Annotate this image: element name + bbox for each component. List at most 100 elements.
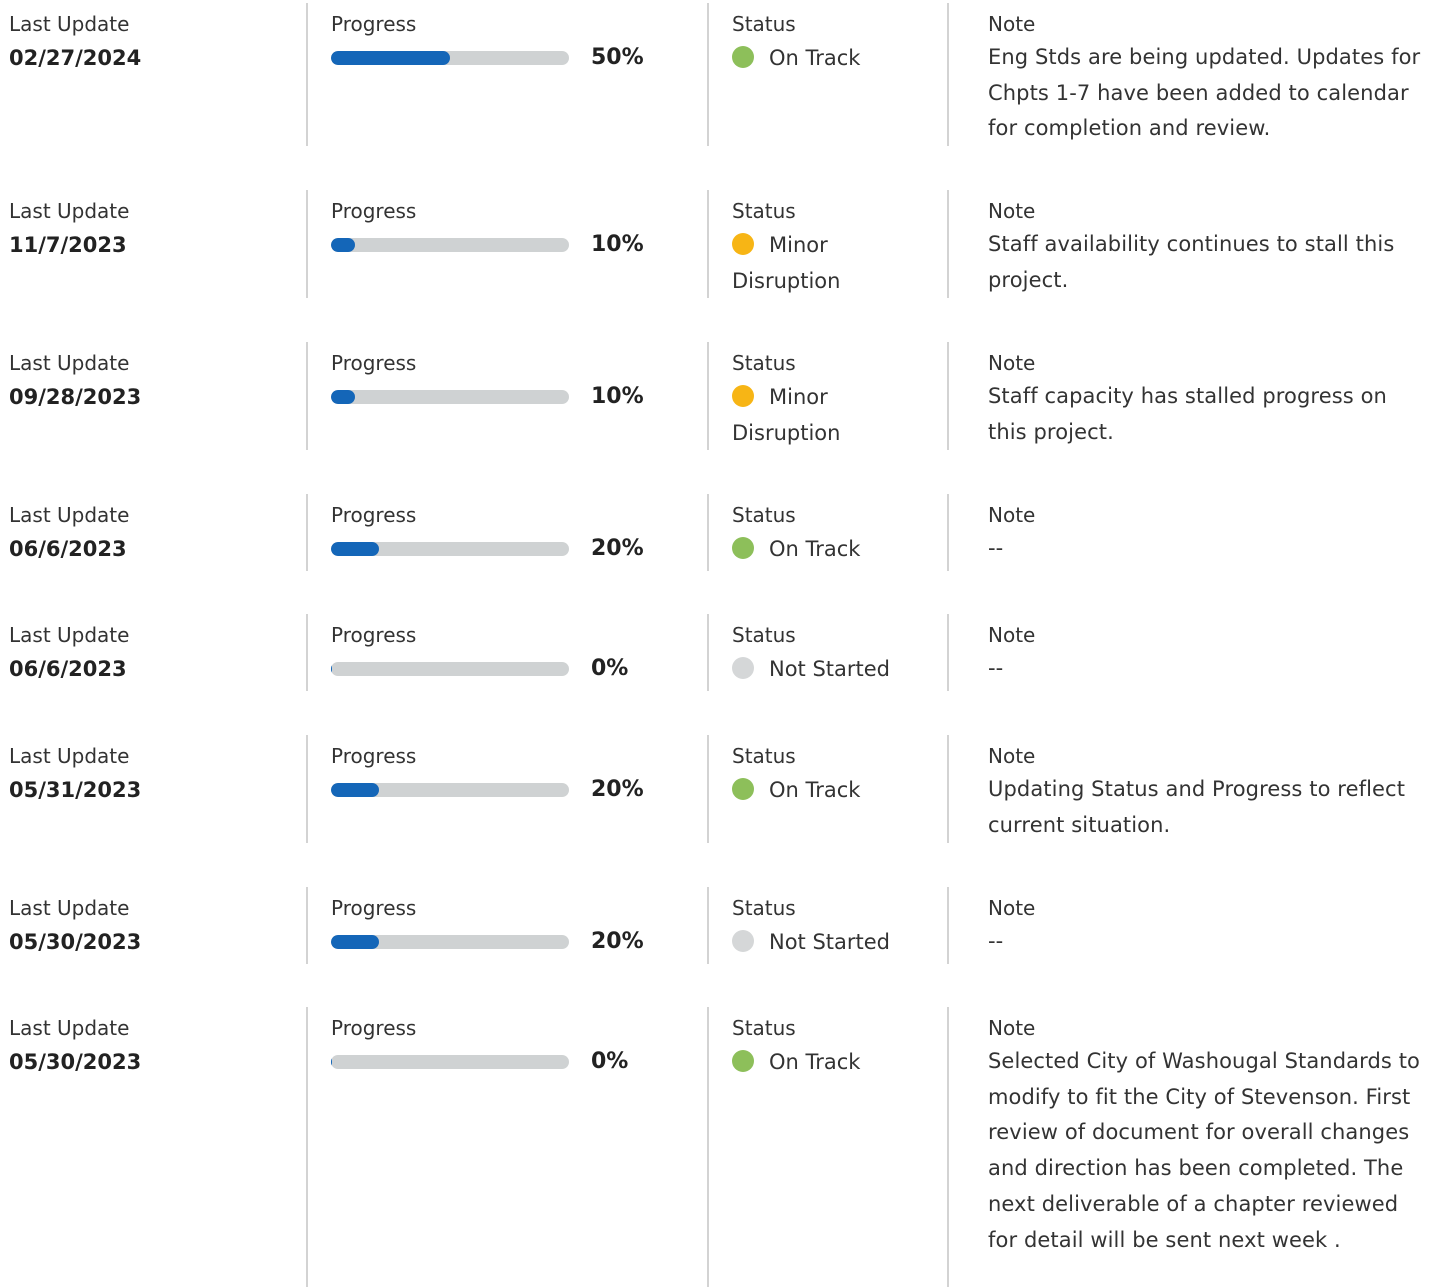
status-dot-icon: [732, 537, 754, 559]
project-updates-list: Last Update 02/27/2024 Progress 50% Status On…: [0, 0, 1436, 1287]
note-label: Note: [988, 199, 1036, 223]
note-text: Staff capacity has stalled progress on t…: [988, 384, 1387, 444]
progress-bar: [331, 783, 569, 797]
status-dot-icon: [732, 930, 754, 952]
update-row: Last Update 09/28/2023 Progress 10% Status Mi…: [0, 342, 1436, 450]
status-column: Status On Track: [707, 735, 922, 843]
status-dot-icon: [732, 46, 754, 68]
note-label: Note: [988, 1016, 1036, 1040]
progress-percent: 20%: [591, 777, 644, 802]
note-label: Note: [988, 351, 1036, 375]
update-row: Last Update 02/27/2024 Progress 50% Status On…: [0, 3, 1436, 146]
progress-bar-fill: [331, 51, 450, 65]
progress-indicator: 20%: [331, 776, 676, 804]
note-column: Note Eng Stds are being updated. Updates …: [947, 3, 1436, 146]
last-update-date: 05/31/2023: [9, 778, 142, 802]
note-label: Note: [988, 503, 1036, 527]
last-update-label: Last Update: [9, 896, 130, 920]
update-row: Last Update 05/30/2023 Progress 0% Status On …: [0, 1007, 1436, 1287]
progress-bar: [331, 238, 569, 252]
progress-column: Progress 50%: [306, 3, 676, 146]
status-value: Not Started: [732, 651, 922, 687]
progress-percent: 10%: [591, 384, 644, 409]
last-update-column: Last Update 11/7/2023: [9, 190, 289, 298]
note-text: Eng Stds are being updated. Updates for …: [988, 45, 1421, 141]
last-update-date: 11/7/2023: [9, 233, 127, 257]
status-column: Status On Track: [707, 494, 922, 571]
progress-bar-fill: [331, 935, 379, 949]
progress-label: Progress: [331, 503, 417, 527]
progress-percent: 50%: [591, 45, 644, 70]
progress-bar: [331, 542, 569, 556]
progress-label: Progress: [331, 199, 417, 223]
status-value: On Track: [732, 772, 922, 808]
progress-column: Progress 10%: [306, 190, 676, 298]
status-label: Status: [732, 623, 796, 647]
status-text: Not Started: [769, 930, 891, 954]
status-value: On Track: [732, 1044, 922, 1080]
update-row: Last Update 05/31/2023 Progress 20% Status On…: [0, 735, 1436, 843]
last-update-label: Last Update: [9, 503, 130, 527]
status-label: Status: [732, 503, 796, 527]
last-update-column: Last Update 06/6/2023: [9, 494, 289, 571]
progress-label: Progress: [331, 623, 417, 647]
status-label: Status: [732, 12, 796, 36]
status-text: On Track: [769, 778, 861, 802]
progress-bar: [331, 1055, 569, 1069]
progress-column: Progress 20%: [306, 735, 676, 843]
note-column: Note --: [947, 887, 1436, 964]
progress-indicator: 20%: [331, 928, 676, 956]
note-text: --: [988, 929, 1004, 953]
progress-bar-fill: [331, 662, 332, 676]
progress-column: Progress 20%: [306, 887, 676, 964]
status-column: Status Minor Disruption: [707, 342, 922, 450]
update-row: Last Update 06/6/2023 Progress 0% Status Not …: [0, 614, 1436, 691]
progress-indicator: 10%: [331, 231, 676, 259]
note-column: Note Staff availability continues to stal…: [947, 190, 1436, 298]
last-update-label: Last Update: [9, 12, 130, 36]
progress-bar-fill: [331, 1055, 332, 1069]
status-dot-icon: [732, 385, 754, 407]
progress-bar-fill: [331, 783, 379, 797]
last-update-date: 09/28/2023: [9, 385, 142, 409]
progress-label: Progress: [331, 12, 417, 36]
progress-label: Progress: [331, 351, 417, 375]
status-value: Not Started: [732, 924, 922, 960]
note-label: Note: [988, 623, 1036, 647]
status-dot-icon: [732, 778, 754, 800]
progress-bar-fill: [331, 238, 355, 252]
note-column: Note Staff capacity has stalled progress …: [947, 342, 1436, 450]
status-column: Status Minor Disruption: [707, 190, 922, 298]
status-column: Status On Track: [707, 1007, 922, 1287]
note-text: --: [988, 656, 1004, 680]
progress-column: Progress 0%: [306, 1007, 676, 1287]
note-column: Note Updating Status and Progress to refl…: [947, 735, 1436, 843]
status-column: Status Not Started: [707, 614, 922, 691]
progress-bar-fill: [331, 390, 355, 404]
note-text: Updating Status and Progress to reflect …: [988, 777, 1406, 837]
last-update-date: 02/27/2024: [9, 46, 142, 70]
progress-indicator: 10%: [331, 383, 676, 411]
progress-percent: 20%: [591, 536, 644, 561]
status-label: Status: [732, 199, 796, 223]
last-update-label: Last Update: [9, 744, 130, 768]
status-dot-icon: [732, 657, 754, 679]
status-label: Status: [732, 744, 796, 768]
progress-indicator: 50%: [331, 44, 676, 72]
last-update-column: Last Update 05/31/2023: [9, 735, 289, 843]
update-row: Last Update 05/30/2023 Progress 20% Status No…: [0, 887, 1436, 964]
note-text: Staff availability continues to stall th…: [988, 232, 1395, 292]
note-label: Note: [988, 896, 1036, 920]
progress-column: Progress 10%: [306, 342, 676, 450]
note-text: Selected City of Washougal Standards to …: [988, 1049, 1421, 1252]
progress-indicator: 20%: [331, 535, 676, 563]
last-update-column: Last Update 09/28/2023: [9, 342, 289, 450]
progress-column: Progress 0%: [306, 614, 676, 691]
status-label: Status: [732, 351, 796, 375]
progress-bar: [331, 662, 569, 676]
progress-indicator: 0%: [331, 655, 676, 683]
progress-indicator: 0%: [331, 1048, 676, 1076]
progress-bar: [331, 51, 569, 65]
last-update-column: Last Update 02/27/2024: [9, 3, 289, 146]
note-column: Note --: [947, 614, 1436, 691]
